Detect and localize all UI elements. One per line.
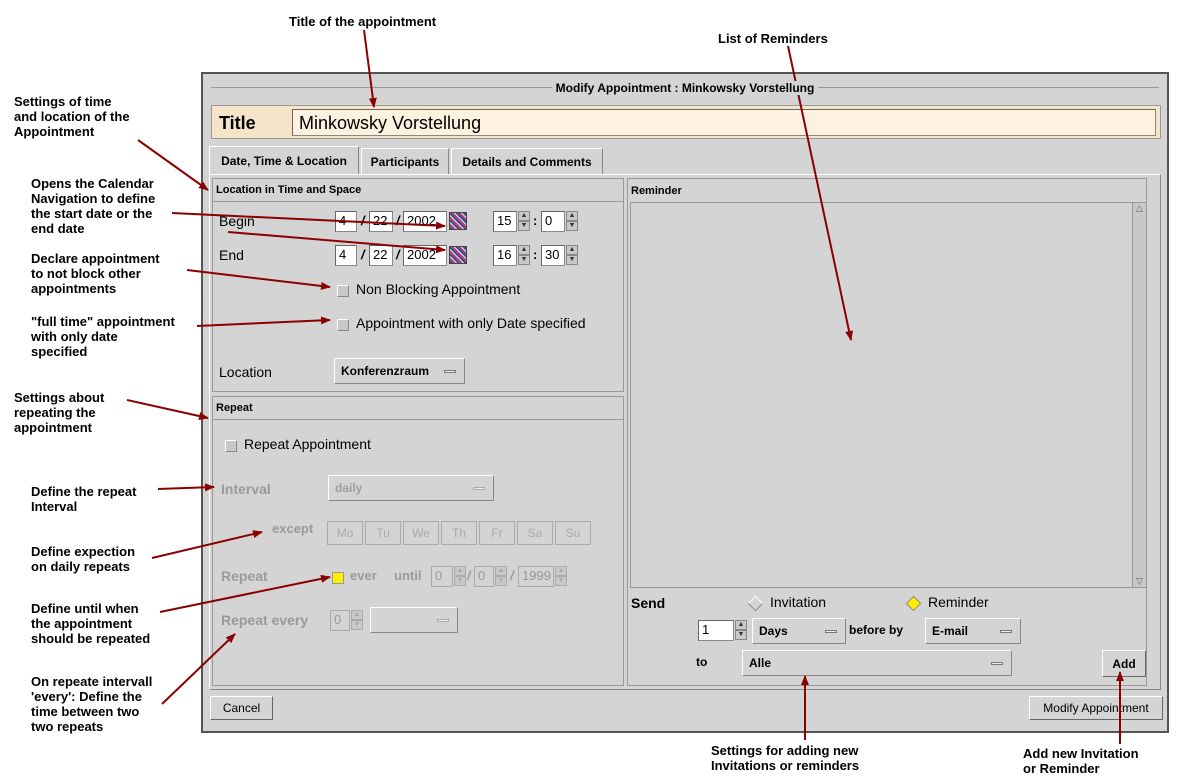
arrow-time-location [137, 139, 209, 191]
arrow-interval [157, 483, 215, 492]
arrow-repeat-every [161, 633, 236, 705]
arrow-calendar-begin [171, 212, 446, 230]
arrow-exception [151, 530, 263, 559]
arrow-until [159, 574, 331, 613]
page: { "annotations": { "title_of_appointment… [0, 0, 1179, 782]
annotation-arrows [126, 29, 1124, 744]
window-title: Modify Appointment : Minkowsky Vorstellu… [551, 81, 819, 95]
arrow-calendar-end [227, 231, 446, 254]
arrow-repeat [126, 399, 209, 420]
arrow-fulltime [196, 316, 331, 327]
arrow-title [363, 29, 377, 108]
arrow-nonblocking [186, 269, 331, 290]
